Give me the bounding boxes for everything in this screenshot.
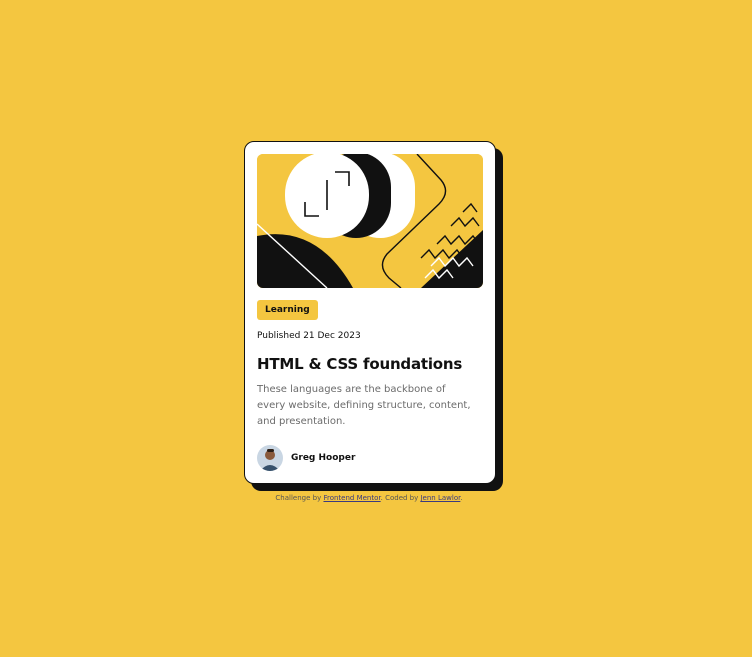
attribution: Challenge by Frontend Mentor. Coded by J… [0, 494, 738, 502]
hero-illustration [257, 154, 483, 288]
frontend-mentor-link[interactable]: Frontend Mentor [323, 494, 380, 502]
page-background: Learning Published 21 Dec 2023 HTML & CS… [0, 0, 752, 657]
author-avatar [257, 445, 283, 471]
author-name: Greg Hooper [291, 453, 356, 463]
author-block: Greg Hooper [257, 445, 355, 471]
attribution-suffix: . [460, 494, 463, 502]
blog-preview-card: Learning Published 21 Dec 2023 HTML & CS… [244, 141, 496, 484]
author-credit-link[interactable]: Jenn Lawlor [420, 494, 460, 502]
category-tag: Learning [257, 300, 318, 320]
attribution-prefix: Challenge by [275, 494, 324, 502]
card-description: These languages are the backbone of ever… [257, 384, 471, 427]
publish-date: Published 21 Dec 2023 [257, 331, 361, 341]
attribution-middle: . Coded by [380, 494, 421, 502]
card-title[interactable]: HTML & CSS foundations [257, 354, 483, 374]
